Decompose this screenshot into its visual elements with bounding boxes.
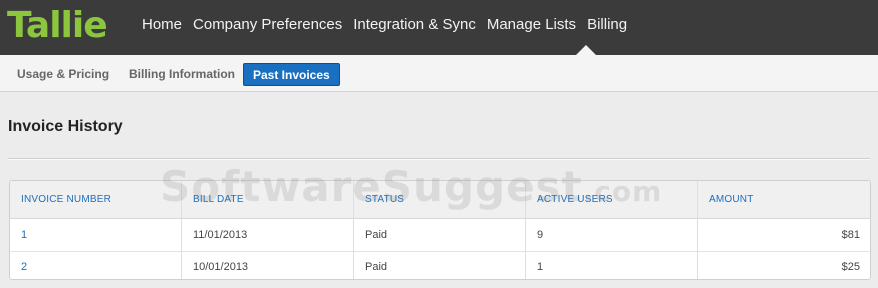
column-header-amount[interactable]: AMOUNT bbox=[698, 181, 870, 218]
amount-cell: $81 bbox=[841, 229, 860, 241]
status-cell: Paid bbox=[354, 252, 526, 279]
bill-date-cell: 11/01/2013 bbox=[182, 219, 354, 251]
page-title: Invoice History bbox=[8, 118, 123, 135]
amount-cell: $25 bbox=[841, 260, 860, 273]
subnav-billing-information[interactable]: Billing Information bbox=[129, 63, 235, 86]
table-row: 2 10/01/2013 Paid 1 $25 bbox=[10, 252, 870, 279]
nav-item-company-preferences[interactable]: Company Preferences bbox=[193, 0, 342, 55]
nav-item-integration-sync[interactable]: Integration & Sync bbox=[353, 0, 476, 55]
column-header-active-users[interactable]: ACTIVE USERS bbox=[526, 181, 698, 218]
sub-navigation-bar: Usage & Pricing Billing Information Past… bbox=[0, 55, 878, 92]
column-header-bill-date[interactable]: BILL DATE bbox=[182, 181, 354, 218]
table-header-row: INVOICE NUMBER BILL DATE STATUS ACTIVE U… bbox=[10, 181, 870, 219]
main-nav: Home Company Preferences Integration & S… bbox=[142, 0, 638, 55]
column-header-status[interactable]: STATUS bbox=[354, 181, 526, 218]
subnav-past-invoices[interactable]: Past Invoices bbox=[243, 63, 340, 86]
table-row: 1 11/01/2013 Paid 9 $81 bbox=[10, 219, 870, 252]
status-cell: Paid bbox=[354, 219, 526, 251]
bill-date-cell: 10/01/2013 bbox=[182, 252, 354, 279]
top-navigation-bar: Tallie Home Company Preferences Integrat… bbox=[0, 0, 878, 55]
subnav-usage-pricing[interactable]: Usage & Pricing bbox=[17, 63, 109, 86]
invoice-table: INVOICE NUMBER BILL DATE STATUS ACTIVE U… bbox=[9, 180, 871, 280]
active-users-cell: 9 bbox=[526, 219, 698, 251]
nav-item-home[interactable]: Home bbox=[142, 0, 182, 55]
invoice-number-link[interactable]: 1 bbox=[10, 219, 182, 251]
column-header-invoice-number[interactable]: INVOICE NUMBER bbox=[10, 181, 182, 218]
nav-item-manage-lists[interactable]: Manage Lists bbox=[487, 0, 576, 55]
tallie-logo[interactable]: Tallie bbox=[7, 4, 108, 48]
section-divider bbox=[8, 158, 870, 160]
active-users-cell: 1 bbox=[526, 252, 698, 279]
invoice-number-link[interactable]: 2 bbox=[10, 252, 182, 279]
active-nav-indicator bbox=[576, 45, 596, 55]
